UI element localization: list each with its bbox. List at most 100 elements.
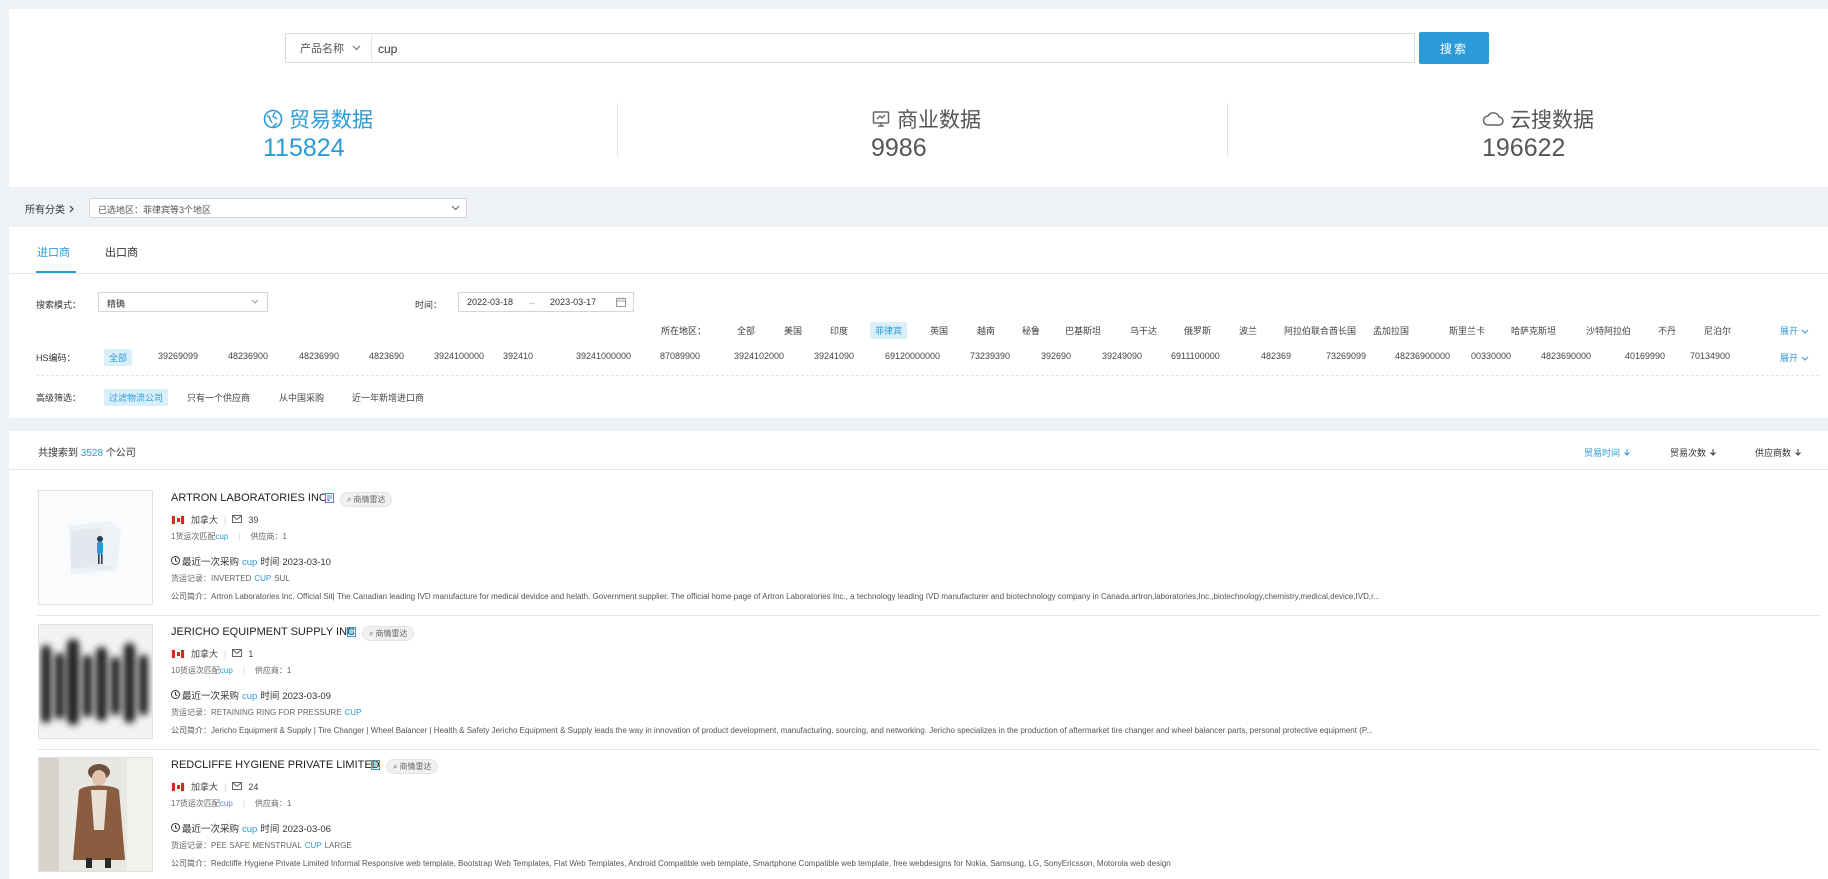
stat-trade[interactable]: 贸易数据 115824 bbox=[263, 104, 373, 163]
hs-code-option[interactable]: 39249090 bbox=[1102, 351, 1142, 361]
mail-icon[interactable] bbox=[232, 648, 243, 659]
region-option[interactable]: 斯里兰卡 bbox=[1449, 324, 1485, 337]
hs-code-option[interactable]: 全部 bbox=[104, 349, 133, 366]
sort-trade-count[interactable]: 贸易次数 bbox=[1670, 446, 1717, 459]
region-option[interactable]: 菲律宾 bbox=[870, 322, 908, 339]
sort-label: 供应商数 bbox=[1755, 448, 1792, 458]
goods-text: INVERTED bbox=[211, 574, 252, 583]
hs-code-option[interactable]: 3924102000 bbox=[734, 351, 784, 361]
mail-icon[interactable] bbox=[232, 514, 243, 525]
hs-code-option[interactable]: 87089900 bbox=[660, 351, 700, 361]
radar-tag[interactable]: ⌕ 商情雷达 bbox=[362, 626, 415, 641]
stat-cloud[interactable]: 云搜数据 196622 bbox=[1482, 104, 1594, 163]
region-expand-button[interactable]: 展开 bbox=[1780, 324, 1809, 337]
hs-code-option[interactable]: 00330000 bbox=[1471, 351, 1511, 361]
search-mode-value: 精确 bbox=[107, 299, 126, 309]
chevron-down-icon bbox=[451, 205, 460, 211]
hs-code-option[interactable]: 69120000000 bbox=[885, 351, 940, 361]
radar-tag[interactable]: ⌕ 商情雷达 bbox=[386, 759, 439, 774]
hs-code-option[interactable]: 392410 bbox=[503, 351, 533, 361]
hs-code-option[interactable]: 4823690 bbox=[369, 351, 404, 361]
region-option[interactable]: 英国 bbox=[930, 324, 948, 337]
document-icon[interactable] bbox=[347, 627, 356, 640]
company-name[interactable]: REDCLIFFE HYGIENE PRIVATE LIMITED bbox=[171, 759, 380, 771]
tab-exporters[interactable]: 出口商 bbox=[105, 244, 138, 260]
advanced-filter-option[interactable]: 只有一个供应商 bbox=[187, 391, 250, 404]
hs-expand-button[interactable]: 展开 bbox=[1780, 351, 1809, 364]
recent-term: cup bbox=[242, 691, 258, 702]
recent-label: 最近一次采购 bbox=[182, 557, 240, 568]
region-option[interactable]: 巴基斯坦 bbox=[1065, 324, 1101, 337]
all-categories[interactable]: 所有分类 bbox=[25, 201, 75, 216]
stat-business-label: 商业数据 bbox=[897, 109, 981, 132]
hs-code-option[interactable]: 48236900000 bbox=[1395, 351, 1450, 361]
region-option[interactable]: 波兰 bbox=[1239, 324, 1257, 337]
stat-business[interactable]: 商业数据 9986 bbox=[871, 104, 981, 163]
search-button[interactable]: 搜索 bbox=[1419, 32, 1489, 64]
hs-code-option[interactable]: 73269099 bbox=[1326, 351, 1366, 361]
time-label: 时间： bbox=[415, 300, 443, 310]
hs-code-option[interactable]: 482369 bbox=[1261, 351, 1291, 361]
company-logo[interactable] bbox=[38, 624, 153, 739]
sort-trade-time[interactable]: 贸易时间 bbox=[1584, 446, 1631, 459]
desc-label: 公司简介： bbox=[171, 859, 211, 868]
hs-code-option[interactable]: 3924100000 bbox=[434, 351, 484, 361]
mail-icon[interactable] bbox=[232, 781, 243, 792]
document-icon[interactable] bbox=[325, 493, 334, 506]
company-logo[interactable] bbox=[38, 490, 153, 605]
advanced-filter-option[interactable]: 从中国采购 bbox=[279, 391, 324, 404]
hs-code-option[interactable]: 39241090 bbox=[814, 351, 854, 361]
document-icon[interactable] bbox=[371, 760, 380, 773]
recent-label: 最近一次采购 bbox=[182, 824, 240, 835]
placeholder-illustration bbox=[39, 491, 152, 604]
tab-importers[interactable]: 进口商 bbox=[37, 244, 70, 260]
company-logo[interactable] bbox=[38, 757, 153, 872]
region-option[interactable]: 沙特阿拉伯 bbox=[1586, 324, 1631, 337]
hs-code-option[interactable]: 4823690000 bbox=[1541, 351, 1591, 361]
hs-code-option[interactable]: 6911100000 bbox=[1171, 351, 1220, 361]
company-description: 公司简介：Jericho Equipment & Supply | Tire C… bbox=[171, 725, 1373, 736]
hs-code-option[interactable]: 70134900 bbox=[1690, 351, 1730, 361]
region-option[interactable]: 全部 bbox=[737, 324, 755, 337]
search-input[interactable] bbox=[376, 37, 1400, 61]
hs-code-option[interactable]: 39241000000 bbox=[576, 351, 631, 361]
hs-code-option[interactable]: 392690 bbox=[1041, 351, 1071, 361]
chevron-down-icon bbox=[1801, 329, 1808, 334]
region-option[interactable]: 孟加拉国 bbox=[1373, 324, 1409, 337]
chart-board-icon bbox=[872, 111, 890, 127]
region-option[interactable]: 尼泊尔 bbox=[1704, 324, 1731, 337]
region-option[interactable]: 乌干达 bbox=[1130, 324, 1157, 337]
company-name[interactable]: JERICHO EQUIPMENT SUPPLY INC bbox=[171, 626, 355, 638]
region-select[interactable]: 已选地区：菲律宾等3个地区 bbox=[89, 198, 467, 218]
hs-code-option[interactable]: 48236990 bbox=[299, 351, 339, 361]
hs-code-option[interactable]: 48236900 bbox=[228, 351, 268, 361]
mail-count: 39 bbox=[248, 514, 259, 525]
country: 加拿大 bbox=[191, 515, 219, 525]
region-option[interactable]: 不丹 bbox=[1658, 324, 1676, 337]
hs-code-option[interactable]: 73239390 bbox=[970, 351, 1010, 361]
search-type-label: 产品名称 bbox=[300, 43, 344, 55]
region-option[interactable]: 哈萨克斯坦 bbox=[1511, 324, 1556, 337]
region-option[interactable]: 俄罗斯 bbox=[1184, 324, 1211, 337]
search-type-select[interactable]: 产品名称 bbox=[286, 34, 372, 62]
search-mode-select[interactable]: 精确 bbox=[98, 292, 268, 312]
company-name[interactable]: ARTRON LABORATORIES INC. bbox=[171, 492, 330, 504]
advanced-filter-option[interactable]: 过滤物流公司 bbox=[104, 389, 169, 406]
date-range-picker[interactable]: 2022-03-18 → 2023-03-17 bbox=[458, 292, 634, 312]
hs-code-option[interactable]: 40169990 bbox=[1625, 351, 1665, 361]
recent-time-label: 时间 bbox=[260, 691, 280, 702]
hs-code-option[interactable]: 39269099 bbox=[158, 351, 198, 361]
date-end: 2023-03-17 bbox=[550, 297, 597, 307]
goods-highlight: CUP bbox=[254, 574, 272, 583]
result-count-suffix: 个公司 bbox=[105, 448, 136, 459]
goods-text: LARGE bbox=[324, 841, 352, 850]
region-option[interactable]: 秘鲁 bbox=[1022, 324, 1040, 337]
sort-supplier-count[interactable]: 供应商数 bbox=[1755, 446, 1802, 459]
region-option[interactable]: 印度 bbox=[830, 324, 848, 337]
region-option[interactable]: 越南 bbox=[977, 324, 995, 337]
radar-tag[interactable]: ⌕ 商情雷达 bbox=[340, 492, 393, 507]
region-option[interactable]: 美国 bbox=[784, 324, 802, 337]
desc-text: Jericho Equipment & Supply | Tire Change… bbox=[211, 726, 1373, 735]
region-option[interactable]: 阿拉伯联合酋长国 bbox=[1284, 324, 1356, 337]
advanced-filter-option[interactable]: 近一年新增进口商 bbox=[352, 391, 424, 404]
